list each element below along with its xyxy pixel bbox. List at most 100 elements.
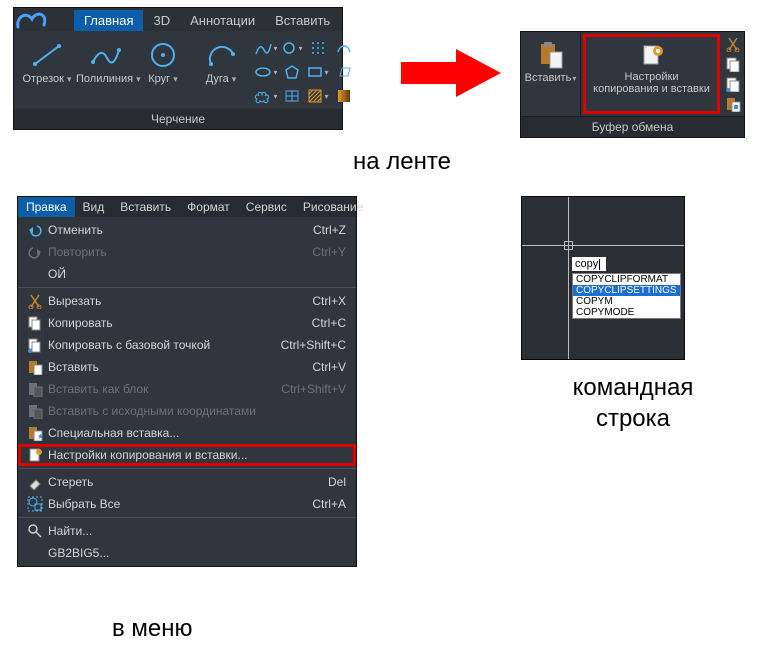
menu-item-label: Повторить <box>48 245 312 259</box>
menu-item[interactable]: Настройки копирования и вставки... <box>18 444 356 466</box>
draw-tool-label: Отрезок <box>18 73 76 85</box>
paste-button[interactable]: Вставить▾ <box>521 32 581 116</box>
menu-item-shortcut: Del <box>328 475 346 489</box>
app-logo <box>14 8 74 31</box>
draw-tool-icon <box>192 37 250 73</box>
command-suggestion-item[interactable]: COPYCLIPSETTINGS <box>573 285 680 296</box>
arrow-icon <box>401 49 501 99</box>
tool-circle-small-icon[interactable]: ▾ <box>280 37 304 59</box>
ribbon-tab[interactable]: Вставить <box>265 10 340 31</box>
tool-cloud-icon[interactable]: ▾ <box>254 85 278 107</box>
menu-item-label: Копировать <box>48 316 312 330</box>
menubar-item[interactable]: Рисование <box>295 197 371 217</box>
menu-item: ПовторитьCtrl+Y <box>18 241 356 263</box>
menubar-item[interactable]: Вставить <box>112 197 179 217</box>
menu-item-shortcut: Ctrl+X <box>312 294 346 308</box>
ribbon-tab[interactable]: Аннотации <box>180 10 265 31</box>
copy-base-icon[interactable] <box>725 76 741 92</box>
edit-menu-panel: ПравкаВидВставитьФорматСервисРисование О… <box>17 196 357 567</box>
tool-spline-icon[interactable]: ▾ <box>254 37 278 59</box>
command-suggestion-item[interactable]: COPYCLIPFORMAT <box>573 274 680 285</box>
draw-tool-button[interactable]: Полилиния <box>76 37 134 107</box>
menu-item[interactable]: ВырезатьCtrl+X <box>18 290 356 312</box>
tool-dotgrid-icon[interactable] <box>306 37 330 59</box>
tool-table-icon[interactable] <box>280 85 304 107</box>
paste-special-icon: ★ <box>22 425 48 441</box>
command-suggestions[interactable]: COPYCLIPFORMATCOPYCLIPSETTINGSCOPYMCOPYM… <box>572 273 681 319</box>
menu-item[interactable]: GB2BIG5... <box>18 542 356 564</box>
command-input[interactable]: copy <box>572 257 606 271</box>
menu-item[interactable]: ★Специальная вставка... <box>18 422 356 444</box>
command-suggestion-item[interactable]: COPYM <box>573 296 680 307</box>
menu-separator <box>18 468 356 469</box>
command-line-panel: copy COPYCLIPFORMATCOPYCLIPSETTINGSCOPYM… <box>521 196 685 360</box>
menu-item[interactable]: ОтменитьCtrl+Z <box>18 219 356 241</box>
copy-settings-icon <box>22 447 48 463</box>
paste-icon <box>22 359 48 375</box>
crosshair-h <box>522 245 685 246</box>
tool-rect-icon[interactable]: ▾ <box>306 61 330 83</box>
caption-command-line: командная строка <box>548 372 718 434</box>
crosshair-v <box>568 197 569 360</box>
redo-icon <box>22 244 48 260</box>
menu-item[interactable]: ОЙ <box>18 263 356 285</box>
draw-tool-button[interactable]: Отрезок <box>18 37 76 107</box>
copy-icon <box>22 315 48 331</box>
copy-settings-label-2: копирования и вставки <box>588 83 715 95</box>
menu-item[interactable]: Выбрать ВсеCtrl+A <box>18 493 356 515</box>
menu-separator <box>18 517 356 518</box>
tool-polygon-icon[interactable] <box>280 61 304 83</box>
paste-icon <box>523 38 578 72</box>
svg-text:★: ★ <box>37 432 43 441</box>
caption-on-ribbon: на ленте <box>353 148 451 176</box>
menubar-item[interactable]: Формат <box>179 197 238 217</box>
menu-item-label: Отменить <box>48 223 313 237</box>
tool-prism-icon[interactable] <box>332 61 356 83</box>
menu-item-shortcut: Ctrl+Shift+V <box>281 382 346 396</box>
ribbon-tab[interactable]: Главная <box>74 10 143 31</box>
menu-item[interactable]: Копировать с базовой точкойCtrl+Shift+C <box>18 334 356 356</box>
copy-icon[interactable] <box>725 56 741 72</box>
undo-icon <box>22 222 48 238</box>
draw-tool-icon <box>18 37 76 73</box>
menu-item[interactable]: СтеретьDel <box>18 471 356 493</box>
menu-item-label: Вставить как блок <box>48 382 281 396</box>
menubar-item[interactable]: Правка <box>18 197 75 217</box>
draw-tool-button[interactable]: Дуга <box>192 37 250 107</box>
menubar-item[interactable]: Сервис <box>238 197 295 217</box>
menu-item-shortcut: Ctrl+A <box>312 497 346 511</box>
draw-small-tools: ▾ ▾ ▾ ▾ ▾ ▾ <box>254 37 356 107</box>
command-suggestion-item[interactable]: COPYMODE <box>573 307 680 318</box>
cut-icon[interactable] <box>725 36 741 52</box>
menubar-item[interactable]: Вид <box>75 197 113 217</box>
menu-item-label: Стереть <box>48 475 328 489</box>
tool-curve-icon[interactable] <box>332 37 356 59</box>
menu-item-label: GB2BIG5... <box>48 546 346 560</box>
paste-block-small-icon[interactable] <box>725 96 741 112</box>
menu-item-shortcut: Ctrl+Y <box>312 245 346 259</box>
draw-tool-button[interactable]: Круг <box>134 37 192 107</box>
menu-item-label: Выбрать Все <box>48 497 312 511</box>
menu-item[interactable]: Найти... <box>18 520 356 542</box>
tool-ellipse-icon[interactable]: ▾ <box>254 61 278 83</box>
menu-item-label: Вырезать <box>48 294 312 308</box>
copy-settings-icon <box>588 41 715 71</box>
menu-item-shortcut: Ctrl+Shift+C <box>281 338 346 352</box>
tool-gradient-icon[interactable] <box>332 85 356 107</box>
ribbon-tab[interactable]: 3D <box>143 10 180 31</box>
menu-item[interactable]: КопироватьCtrl+C <box>18 312 356 334</box>
find-icon <box>22 523 48 539</box>
menubar: ПравкаВидВставитьФорматСервисРисование <box>18 197 356 217</box>
menu-item-shortcut: Ctrl+C <box>312 316 346 330</box>
draw-tool-icon <box>134 37 192 73</box>
draw-tool-label: Круг <box>134 73 192 85</box>
menu-item-label: Вставить <box>48 360 312 374</box>
draw-tool-label: Дуга <box>192 73 250 85</box>
copy-base-icon <box>22 337 48 353</box>
menu-item-label: Найти... <box>48 524 346 538</box>
copy-paste-settings-button[interactable]: Настройки копирования и вставки <box>583 34 720 114</box>
clipboard-side-tools <box>722 32 744 116</box>
tool-hatch-icon[interactable]: ▾ <box>306 85 330 107</box>
menu-item[interactable]: ВставитьCtrl+V <box>18 356 356 378</box>
menu-item: Вставить с исходными координатами <box>18 400 356 422</box>
